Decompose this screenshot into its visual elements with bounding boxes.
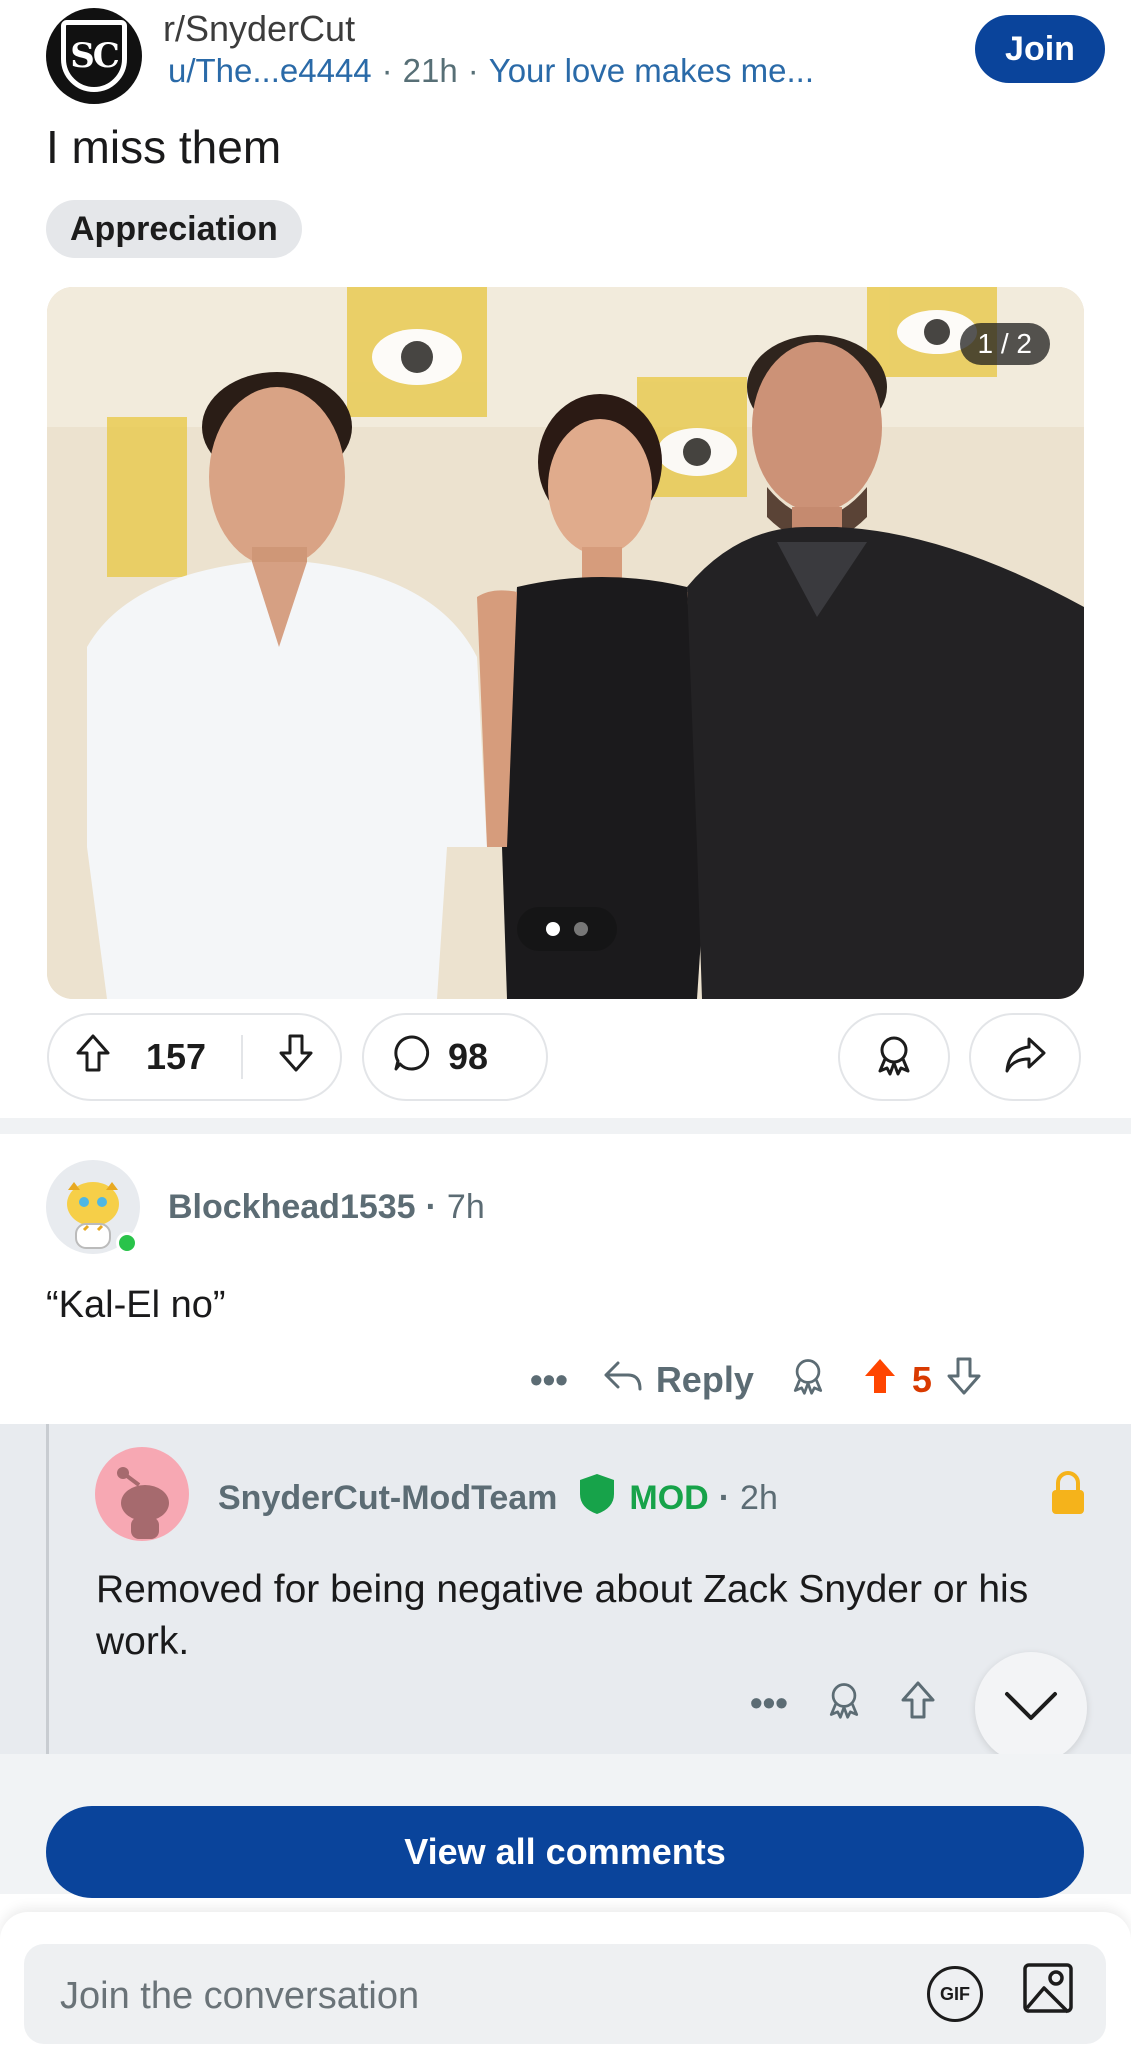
downvote-icon[interactable] xyxy=(278,1033,314,1082)
post-header: SC r/SnyderCut u/The...e4444 · 21h · Your lo… xyxy=(0,0,1131,110)
more-options-button[interactable]: ••• xyxy=(530,1359,568,1401)
comment-meta: Blockhead1535 · 7h xyxy=(168,1188,485,1227)
thread-line[interactable] xyxy=(46,1424,49,1754)
comment-icon xyxy=(392,1033,432,1082)
carousel-indicator[interactable] xyxy=(517,907,617,951)
view-all-comments-button[interactable]: View all comments xyxy=(46,1806,1084,1898)
post-image[interactable]: 1 / 2 xyxy=(47,287,1084,999)
upvote-icon[interactable] xyxy=(900,1680,936,1725)
post-title[interactable]: I miss them xyxy=(46,120,281,174)
meta-separator: · xyxy=(467,52,479,89)
lock-icon xyxy=(1048,1470,1088,1523)
reply-label: Reply xyxy=(655,1359,754,1400)
post-meta: u/The...e4444 · 21h · Your love makes me... xyxy=(168,52,814,90)
share-button[interactable] xyxy=(969,1013,1081,1101)
mod-reply-time: 2h xyxy=(740,1479,778,1517)
mod-author[interactable]: SnyderCut-ModTeam xyxy=(218,1479,557,1518)
carousel-dot-active[interactable] xyxy=(546,922,560,936)
mod-badge: MOD xyxy=(629,1479,709,1517)
vote-control: 157 xyxy=(47,1013,342,1101)
upvote-active-icon[interactable] xyxy=(862,1356,898,1405)
comment-author[interactable]: Blockhead1535 xyxy=(168,1188,416,1226)
post-time: 21h xyxy=(402,52,458,89)
award-icon[interactable] xyxy=(788,1356,828,1405)
comment-actions: ••• Reply 5 xyxy=(530,1350,982,1410)
reply-button[interactable]: Reply xyxy=(602,1359,754,1402)
downvote-icon[interactable] xyxy=(946,1356,982,1405)
meta-separator: · xyxy=(718,1479,731,1517)
upvote-icon[interactable] xyxy=(75,1033,111,1082)
image-upload-icon[interactable] xyxy=(1022,1962,1074,2019)
meta-separator: · xyxy=(425,1188,437,1226)
image-counter: 1 / 2 xyxy=(959,323,1050,365)
mod-reply-meta: SnyderCut-ModTeam MOD · 2h xyxy=(218,1472,778,1525)
meta-separator: · xyxy=(381,52,393,89)
comment-input[interactable] xyxy=(60,1970,860,2022)
more-options-button[interactable]: ••• xyxy=(750,1682,788,1724)
photo-illustration xyxy=(47,287,1084,999)
post-flair[interactable]: Appreciation xyxy=(46,200,302,258)
share-icon xyxy=(1003,1035,1047,1080)
subreddit-logo[interactable]: SC xyxy=(46,8,142,104)
award-icon xyxy=(872,1033,916,1082)
mod-avatar[interactable] xyxy=(95,1447,189,1541)
upvote-count: 157 xyxy=(145,1036,207,1077)
author-flair[interactable]: Your love makes me... xyxy=(489,52,814,89)
subreddit-name[interactable]: r/SnyderCut xyxy=(163,8,355,50)
carousel-dot[interactable] xyxy=(574,922,588,936)
section-separator xyxy=(0,1118,1131,1134)
mod-shield-icon xyxy=(577,1472,617,1525)
comments-button[interactable]: 98 xyxy=(362,1013,548,1101)
vote-divider xyxy=(241,1035,244,1079)
award-button[interactable] xyxy=(838,1013,950,1101)
post-author[interactable]: u/The...e4444 xyxy=(168,52,372,89)
chevron-down-icon xyxy=(1003,1690,1059,1727)
award-icon[interactable] xyxy=(824,1680,864,1725)
shield-icon: SC xyxy=(61,20,127,92)
comment-body: “Kal-El no” xyxy=(46,1284,226,1326)
comment-time: 7h xyxy=(446,1188,485,1226)
online-indicator xyxy=(116,1232,138,1254)
join-button[interactable]: Join xyxy=(975,15,1105,83)
mod-reply-actions: ••• xyxy=(750,1680,936,1725)
gif-button[interactable]: GIF xyxy=(927,1966,983,2022)
mod-reply-body: Removed for being negative about Zack Sn… xyxy=(96,1568,1029,1663)
comment-vote-control: 5 xyxy=(862,1356,982,1405)
comment-vote-count: 5 xyxy=(911,1359,932,1400)
collapse-button[interactable] xyxy=(975,1652,1087,1764)
comment-count: 98 xyxy=(448,1036,489,1077)
reply-icon xyxy=(602,1359,644,1402)
